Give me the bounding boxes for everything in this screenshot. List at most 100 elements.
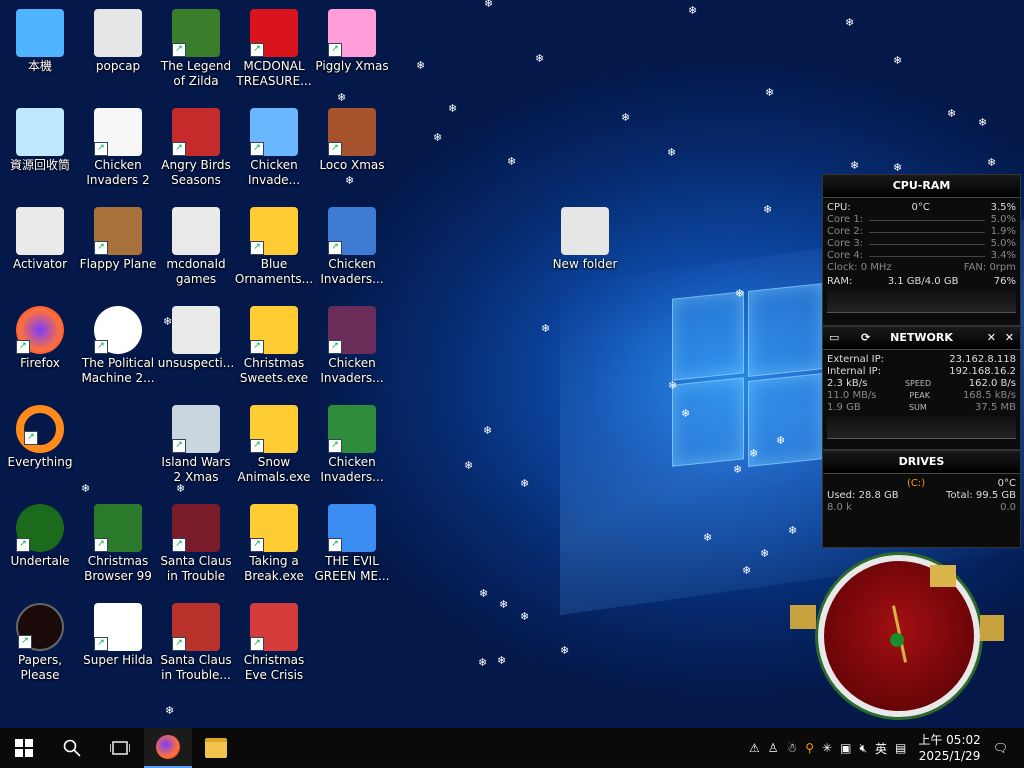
desktop-icon[interactable]: ↗ Snow Animals.exe <box>234 401 314 496</box>
sum-left: 1.9 GB <box>827 402 861 413</box>
desktop-icon-label: 資源回收筒 <box>9 158 70 172</box>
christmas-clock-widget[interactable] <box>780 545 1020 730</box>
desktop-icon[interactable]: ↗ Island Wars 2 Xmas <box>156 401 236 496</box>
desktop-icon[interactable]: 本機 <box>0 5 80 100</box>
santa2-icon: ↗ <box>172 603 220 651</box>
volume-muted-icon[interactable]: 🔇︎ <box>859 741 867 756</box>
file-icon <box>172 306 220 354</box>
desktop-icon[interactable]: ↗ Angry Birds Seasons <box>156 104 236 199</box>
tray-icon-1[interactable]: ⚠ <box>749 741 760 755</box>
desktop-icon-label: Snow Animals.exe <box>237 455 311 484</box>
desktop-icon[interactable]: ↗ Everything <box>0 401 80 496</box>
desktop-icon[interactable]: New folder <box>545 203 625 298</box>
cpu-label: CPU: <box>827 202 851 213</box>
desktop-icon[interactable]: ↗ Christmas Eve Crisis <box>234 599 314 694</box>
shortcut-arrow-icon: ↗ <box>250 241 264 255</box>
desktop-icon-label: New folder <box>552 257 618 271</box>
drives-gadget: DRIVES (C:) 0°C Used: 28.8 GB Total: 99.5 … <box>822 450 1021 548</box>
tray-icon-2[interactable]: ♙ <box>768 741 779 755</box>
desktop-icon[interactable]: Activator <box>0 203 80 298</box>
shortcut-arrow-icon: ↗ <box>328 241 342 255</box>
desktop-icon[interactable]: ↗ Loco Xmas <box>312 104 392 199</box>
core-value: 5.0% <box>990 238 1016 249</box>
desktop-icon-label: Chicken Invaders 2 <box>86 158 150 187</box>
desktop-icon[interactable]: ↗ The Political Machine 2... <box>78 302 158 397</box>
desktop-icon[interactable]: unsuspecti... <box>156 302 236 397</box>
desktop-icon[interactable]: ↗ Chicken Invaders... <box>312 401 392 496</box>
desktop-icon[interactable]: ↗ Chicken Invade... <box>234 104 314 199</box>
tray-icon-9[interactable]: ▤ <box>895 741 906 755</box>
desktop-icon-label: mcdonald games <box>166 257 226 286</box>
desktop-icon[interactable]: ↗ Chicken Invaders... <box>312 302 392 397</box>
speed-right: 162.0 B/s <box>968 378 1016 389</box>
tray-icon-3[interactable]: ☃ <box>786 741 797 755</box>
cpu-clock: Clock: 0 MHz <box>827 262 892 273</box>
shortcut-arrow-icon: ↗ <box>172 538 186 552</box>
firefox-icon <box>156 735 180 759</box>
desktop-icon-label: Flappy Plane <box>79 257 157 271</box>
desktop-icon[interactable]: ↗ Santa Claus in Trouble... <box>156 599 236 694</box>
desktop-icon[interactable]: ↗ Blue Ornaments... <box>234 203 314 298</box>
refresh-icon[interactable]: ⟳ <box>861 327 870 349</box>
taskbar-file-explorer[interactable] <box>192 728 240 768</box>
house-icon <box>930 565 956 587</box>
peak-label: PEAK <box>909 391 931 400</box>
santa3-icon: ↗ <box>250 603 298 651</box>
desktop-icon[interactable]: ↗ Flappy Plane <box>78 203 158 298</box>
tray-search-icon[interactable]: ⚲ <box>805 741 814 755</box>
desktop-icon[interactable]: ↗ Santa Claus in Trouble <box>156 500 236 595</box>
santa-icon: ↗ <box>172 504 220 552</box>
windows-logo-wallpaper <box>672 283 824 467</box>
desktop-icon[interactable]: mcdonald games <box>156 203 236 298</box>
desktop-icon[interactable]: ↗ Papers, Please <box>0 599 80 694</box>
network-title: NETWORK <box>890 331 953 344</box>
notifications-icon[interactable]: 🗨︎ <box>993 741 1008 755</box>
ime-indicator[interactable]: 英 <box>875 740 887 757</box>
desktop-icon[interactable]: ↗ Super Hilda <box>78 599 158 694</box>
desktop-icon-label: Chicken Invade... <box>247 158 301 187</box>
clock[interactable]: 上午 05:02 2025/1/29 <box>918 732 980 764</box>
settings-icon[interactable]: ✕ <box>987 327 996 349</box>
desktop-icon-label: Angry Birds Seasons <box>161 158 231 187</box>
task-view-button[interactable] <box>96 728 144 768</box>
bin-icon <box>16 108 64 156</box>
shortcut-arrow-icon: ↗ <box>328 538 342 552</box>
desktop-icon[interactable]: ↗ Christmas Sweets.exe <box>234 302 314 397</box>
network-tray-icon[interactable]: ▣ <box>840 741 851 755</box>
shortcut-arrow-icon: ↗ <box>250 43 264 57</box>
tray-icon-5[interactable]: ✳ <box>822 741 832 755</box>
taskbar-firefox[interactable] <box>144 728 192 768</box>
desktop-icon[interactable]: ↗ Chicken Invaders 2 <box>78 104 158 199</box>
desktop-icon[interactable]: ↗ THE EVIL GREEN ME... <box>312 500 392 595</box>
msn-icon: ↗ <box>328 504 376 552</box>
sum-label: SUM <box>908 403 927 412</box>
desktop-icon[interactable]: ↗ Firefox <box>0 302 80 397</box>
drive-write: 0.0 <box>1000 502 1016 513</box>
desktop-icon-label: Undertale <box>10 554 70 568</box>
desktop-icon[interactable]: ↗ Taking a Break.exe <box>234 500 314 595</box>
desktop-icon[interactable]: ↗ Christmas Browser 99 <box>78 500 158 595</box>
core-label: Core 4: <box>827 250 864 261</box>
cpu-history-graph <box>827 290 1016 313</box>
star-icon: ↗ <box>250 405 298 453</box>
shortcut-arrow-icon: ↗ <box>328 439 342 453</box>
task-view-icon <box>110 741 130 755</box>
desktop-icon[interactable]: ↗ Undertale <box>0 500 80 595</box>
shortcut-arrow-icon: ↗ <box>328 142 342 156</box>
desktop-icon[interactable]: ↗ MCDONAL TREASURE... <box>234 5 314 100</box>
core-label: Core 1: <box>827 214 864 225</box>
search-button[interactable] <box>48 728 96 768</box>
desktop-icon[interactable]: ↗ The Legend of Zilda <box>156 5 236 100</box>
desktop-icon[interactable]: ↗ Piggly Xmas <box>312 5 392 100</box>
desktop-icon[interactable]: popcap <box>78 5 158 100</box>
desktop-icon[interactable]: ↗ Chicken Invaders... <box>312 203 392 298</box>
monitor-icon[interactable]: ▭ <box>829 327 839 349</box>
desktop-icon[interactable]: 資源回收筒 <box>0 104 80 199</box>
close-icon[interactable]: ✕ <box>1005 327 1014 349</box>
shortcut-arrow-icon: ↗ <box>94 142 108 156</box>
game-icon: ↗ <box>172 9 220 57</box>
desktop-icon-label: Christmas Eve Crisis <box>243 653 305 682</box>
start-button[interactable] <box>0 728 48 768</box>
shortcut-arrow-icon: ↗ <box>250 142 264 156</box>
shortcut-arrow-icon: ↗ <box>250 637 264 651</box>
